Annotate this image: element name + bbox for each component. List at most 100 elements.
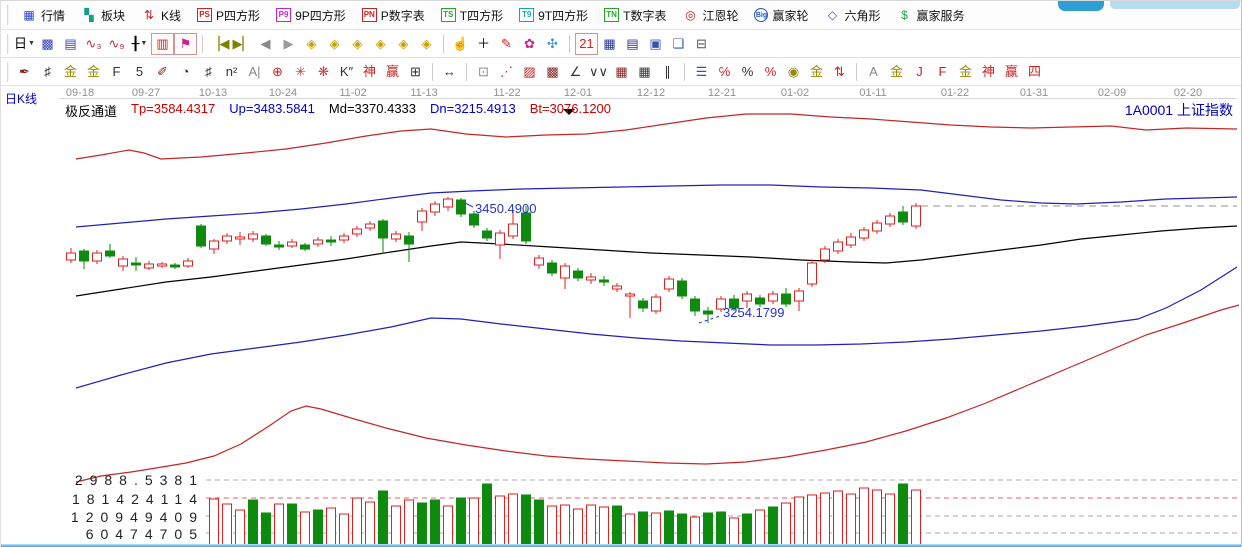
rays-icon[interactable]: ⋰	[495, 61, 518, 83]
notepad-icon[interactable]: ▤	[621, 33, 644, 55]
last-page-icon-glyph: ▶▏	[233, 37, 253, 50]
width-icon[interactable]: ↔	[438, 61, 461, 83]
f-grid-icon[interactable]: F	[105, 61, 128, 83]
flower-icon[interactable]: ✿	[518, 33, 541, 55]
shen-angle-icon[interactable]: 神	[977, 61, 1000, 83]
save-icon[interactable]: ▣	[644, 33, 667, 55]
gold2-angle-icon[interactable]: 金	[954, 61, 977, 83]
diamond-left-icon[interactable]: ◈	[300, 33, 323, 55]
gold-angle-icon[interactable]: 金	[885, 61, 908, 83]
date-label: 01-11	[859, 87, 886, 99]
clock-45-icon[interactable]: ◔	[174, 61, 197, 83]
menu-winner-service[interactable]: $赢家服务	[889, 7, 973, 24]
diamond-split-icon-glyph: ◈	[353, 37, 363, 50]
note-icon[interactable]: ▤	[59, 33, 82, 55]
shen-icon[interactable]: 神	[358, 61, 381, 83]
menu-quotes[interactable]: ▦行情	[13, 7, 73, 24]
web-icon[interactable]: ❋	[312, 61, 335, 83]
gold-grid2-icon[interactable]: 金	[82, 61, 105, 83]
candle-type-icon[interactable]: ╂▼	[128, 33, 151, 55]
a-angle-icon[interactable]: A	[862, 61, 885, 83]
gann-grid-icon[interactable]: ▦	[610, 61, 633, 83]
red-chart-icon[interactable]: ▥	[151, 33, 174, 55]
period-day-icon[interactable]: 日▼	[13, 33, 36, 55]
j-angle-icon[interactable]: J	[908, 61, 931, 83]
diamond-right-icon[interactable]: ◈	[323, 33, 346, 55]
rays-fill-icon[interactable]: ▩	[541, 61, 564, 83]
gold-section-icon[interactable]: 金	[805, 61, 828, 83]
next-icon[interactable]: ▶	[277, 33, 300, 55]
k-quote-icon[interactable]: K″	[335, 61, 358, 83]
pen2-icon[interactable]: ✐	[151, 61, 174, 83]
percent-icon[interactable]: %	[736, 61, 759, 83]
slope-percent-icon-glyph: ℅	[719, 65, 731, 78]
gann-grid2-icon[interactable]: ▦	[633, 61, 656, 83]
slope-percent-icon[interactable]: ℅	[713, 61, 736, 83]
compass-icon[interactable]: ⊕	[266, 61, 289, 83]
prev-icon[interactable]: ◀	[254, 33, 277, 55]
hand-icon[interactable]: ☝	[449, 33, 472, 55]
diamond-expand-icon[interactable]: ◈	[392, 33, 415, 55]
crosshair-icon[interactable]: ＋	[472, 33, 495, 55]
zigzag-icon[interactable]: ∨∨	[587, 61, 610, 83]
puzzle-icon[interactable]: ✣	[541, 33, 564, 55]
pattern-icon[interactable]: ▩	[36, 33, 59, 55]
menu-sectors[interactable]: ▚板块	[73, 7, 133, 24]
rays-box-icon[interactable]: ▨	[518, 61, 541, 83]
calculator-icon[interactable]: ▦	[598, 33, 621, 55]
parallel-icon[interactable]: ∥	[656, 61, 679, 83]
candle-type-icon-glyph: ╂	[132, 37, 140, 50]
pen-icon[interactable]: ✒	[13, 61, 36, 83]
ying-angle-icon[interactable]: 赢	[1000, 61, 1023, 83]
menu-hexagon[interactable]: ◇六角形	[817, 7, 889, 24]
menu-9t-square[interactable]: T99T四方形	[511, 7, 596, 24]
diamond-split-icon[interactable]: ◈	[346, 33, 369, 55]
pattern-icon-glyph: ▩	[41, 37, 53, 50]
gann-grid2-icon-glyph: ▦	[638, 65, 650, 78]
hatch-icon[interactable]: ♯	[36, 61, 59, 83]
menu-9p-square[interactable]: P99P四方形	[268, 7, 354, 24]
wave-3-icon[interactable]: ∿₃	[82, 33, 105, 55]
diamond-center-icon[interactable]: ◈	[415, 33, 438, 55]
export-icon[interactable]: ❏	[667, 33, 690, 55]
n2-icon[interactable]: n²	[220, 61, 243, 83]
menu-sectors-icon: ▚	[81, 8, 97, 23]
five-grid-icon[interactable]: 5	[128, 61, 151, 83]
menu-kline[interactable]: ⇅K线	[133, 7, 189, 24]
menu-t-square[interactable]: TST四方形	[433, 7, 511, 24]
star-icon[interactable]: ✳	[289, 61, 312, 83]
grid-123-icon[interactable]: ⊞	[404, 61, 427, 83]
percent-line-icon[interactable]: %	[759, 61, 782, 83]
a-mirror-icon[interactable]: A|	[243, 61, 266, 83]
calendar-21-icon[interactable]: 21	[575, 33, 598, 55]
wave-9-icon[interactable]: ∿₉	[105, 33, 128, 55]
menu-winner-wheel[interactable]: Big赢家轮	[746, 7, 816, 24]
angle-lines-icon[interactable]: ∠	[564, 61, 587, 83]
gold-grid-icon[interactable]: 金	[59, 61, 82, 83]
updown-pen-icon[interactable]: ⇅	[828, 61, 851, 83]
f-angle-icon[interactable]: F	[931, 61, 954, 83]
hatch2-icon[interactable]: ♯	[197, 61, 220, 83]
fib-levels-icon[interactable]: ☰	[690, 61, 713, 83]
partial-badge-panel[interactable]	[1110, 1, 1240, 9]
menu-t-table[interactable]: TNT数字表	[596, 7, 674, 24]
last-page-icon[interactable]: ▶▏	[231, 33, 254, 55]
menu-p-square-label: P四方形	[216, 7, 260, 24]
angle-measure-icon[interactable]: ✎	[495, 33, 518, 55]
si-angle-icon[interactable]: 四	[1023, 61, 1046, 83]
printer-icon[interactable]: ⊟	[690, 33, 713, 55]
gold-circle-icon[interactable]: ◉	[782, 61, 805, 83]
first-page-icon[interactable]: ▕◀	[208, 33, 231, 55]
menu-gann-wheel[interactable]: ◎江恩轮	[674, 7, 746, 24]
partial-badge-icon[interactable]	[1058, 1, 1104, 11]
ying-icon[interactable]: 赢	[381, 61, 404, 83]
gold-grid-icon-glyph: 金	[64, 65, 77, 78]
diamond-compress-icon[interactable]: ◈	[369, 33, 392, 55]
main-menubar: ▦行情▚板块⇅K线PSP四方形P99P四方形PNP数字表TST四方形T99T四方…	[1, 1, 1241, 30]
flag-icon[interactable]: ⚑	[174, 33, 197, 55]
menu-p-table[interactable]: PNP数字表	[354, 7, 433, 24]
menu-p-square[interactable]: PSP四方形	[189, 7, 268, 24]
indicator-tp: Tp=3584.4317	[131, 101, 215, 120]
n2-icon-glyph: n²	[226, 65, 238, 78]
box-tool-icon[interactable]: ⊡	[472, 61, 495, 83]
